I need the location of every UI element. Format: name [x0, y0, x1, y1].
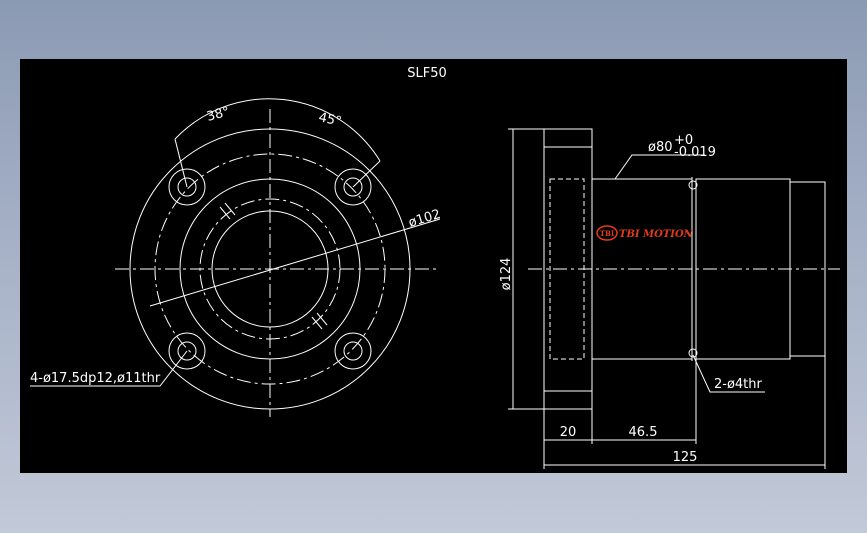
- drawing-canvas: SLF50 38° 45° ø102 4-ø17.5dp12,ø11thr TB…: [20, 59, 847, 473]
- brand-text: TBI MOTION: [619, 229, 694, 240]
- brand-logo: TBI TBI MOTION: [596, 225, 694, 241]
- side-view: TBI TBI MOTION ø80 +0 -0.019 ø124 2-ø4th…: [499, 128, 840, 469]
- length-total-label: 125: [673, 450, 698, 465]
- angle-right-label: 45°: [317, 110, 343, 129]
- length-46-label: 46.5: [629, 425, 658, 440]
- cad-drawing: SLF50 38° 45° ø102 4-ø17.5dp12,ø11thr TB…: [30, 66, 840, 469]
- tick-tl2: [224, 202, 236, 216]
- front-view: 38° 45° ø102 4-ø17.5dp12,ø11thr: [30, 98, 443, 417]
- tol-lower: -0.019: [674, 145, 716, 160]
- flange-dia-label: ø124: [499, 258, 514, 291]
- svg-text:TBI: TBI: [600, 229, 614, 238]
- pcd-leader: [149, 218, 441, 307]
- holes-label: 4-ø17.5dp12,ø11thr: [30, 371, 161, 386]
- angle-arc: [174, 98, 381, 162]
- angle-line-right: [352, 160, 381, 188]
- bolt-hole-tl: [168, 168, 206, 206]
- tick-br: [311, 316, 323, 330]
- grease-label: 2-ø4thr: [714, 377, 763, 392]
- od-label: ø80: [648, 140, 673, 155]
- angle-left-label: 38°: [205, 104, 231, 124]
- drawing-title: SLF50: [407, 66, 447, 81]
- flange-thk-label: 20: [560, 425, 577, 440]
- pcd-label: ø102: [407, 207, 443, 231]
- bolt-hole-br: [334, 332, 372, 370]
